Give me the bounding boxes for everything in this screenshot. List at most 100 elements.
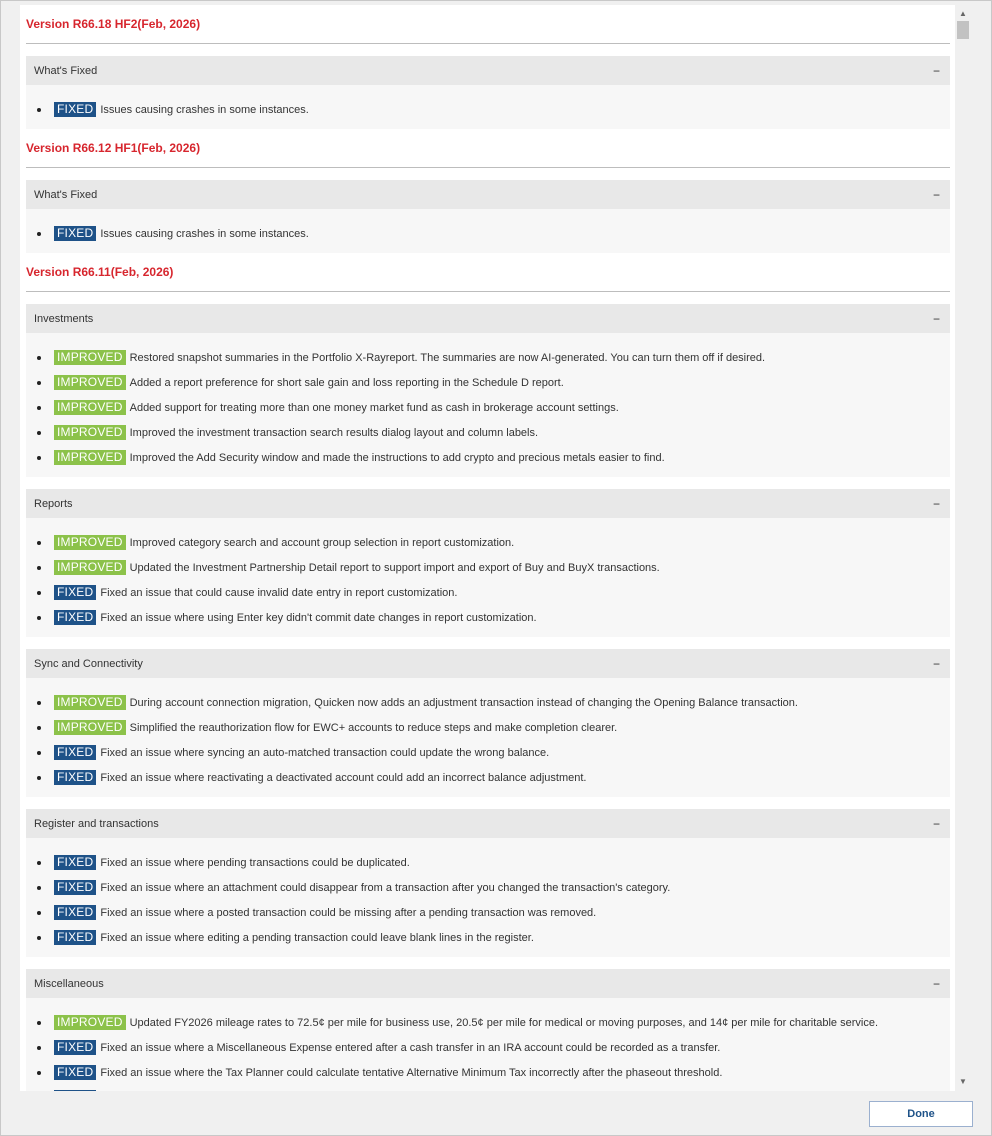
scroll-down-arrow-icon[interactable]: ▼ <box>955 1075 971 1089</box>
bullet-icon <box>37 615 41 620</box>
scroll-thumb[interactable] <box>957 21 969 39</box>
improved-badge: IMPROVED <box>54 535 126 550</box>
item-text: Fixed an issue where syncing an auto-mat… <box>100 746 550 759</box>
item-text: Fixed an issue where reactivating a deac… <box>100 771 587 784</box>
section-header[interactable]: What's Fixed − <box>26 180 950 209</box>
section-header[interactable]: Sync and Connectivity − <box>26 649 950 678</box>
item-text: Fixed an issue where using Enter key did… <box>100 611 537 624</box>
list-item: FIXED Fixed an issue where the Tax Planne… <box>26 1060 950 1085</box>
fixed-badge: FIXED <box>54 1040 97 1055</box>
notes-section: What's Fixed − FIXED Issues causing crashes… <box>26 180 950 253</box>
bullet-icon <box>37 231 41 236</box>
list-item: FIXED Fixed an issue where pending transa… <box>26 850 950 875</box>
fixed-badge: FIXED <box>54 930 97 945</box>
bullet-icon <box>37 775 41 780</box>
item-text: Fixed an issue where a posted transactio… <box>100 906 597 919</box>
fixed-badge: FIXED <box>54 102 97 117</box>
item-text: Fixed an issue that could cause invalid … <box>100 586 458 599</box>
item-text: Added a report preference for short sale… <box>129 376 564 389</box>
bullet-icon <box>37 405 41 410</box>
fixed-badge: FIXED <box>54 905 97 920</box>
list-item: IMPROVED Restored snapshot summaries in t… <box>26 345 950 370</box>
section-header-label: What's Fixed <box>34 188 98 201</box>
list-item: IMPROVED Improved the investment transact… <box>26 420 950 445</box>
section-header[interactable]: Reports − <box>26 489 950 518</box>
scroll-up-arrow-icon[interactable]: ▲ <box>955 7 971 21</box>
bullet-icon <box>37 107 41 112</box>
collapse-icon[interactable]: − <box>933 188 942 202</box>
list-item: FIXED Issues causing crashes in some inst… <box>26 221 950 246</box>
list-item: IMPROVED Updated FY2026 mileage rates to … <box>26 1010 950 1035</box>
fixed-badge: FIXED <box>54 855 97 870</box>
section-header-label: Register and transactions <box>34 817 159 830</box>
bullet-icon <box>37 700 41 705</box>
bullet-icon <box>37 590 41 595</box>
section-header[interactable]: Investments − <box>26 304 950 333</box>
improved-badge: IMPROVED <box>54 560 126 575</box>
section-header-label: Miscellaneous <box>34 977 104 990</box>
improved-badge: IMPROVED <box>54 375 126 390</box>
list-item: FIXEDFixed an issue where One Step Updat… <box>26 1085 950 1091</box>
bullet-icon <box>37 430 41 435</box>
notes-section: Reports − IMPROVED Improved category search… <box>26 489 950 637</box>
list-item: FIXED Fixed an issue where an attachment … <box>26 875 950 900</box>
collapse-icon[interactable]: − <box>933 64 942 78</box>
notes-item-list: FIXED Issues causing crashes in some inst… <box>26 209 950 253</box>
section-header[interactable]: Miscellaneous − <box>26 969 950 998</box>
list-item: IMPROVED Added support for treating more … <box>26 395 950 420</box>
list-item: FIXED Issues causing crashes in some inst… <box>26 97 950 122</box>
fixed-badge: FIXED <box>54 226 97 241</box>
bullet-icon <box>37 540 41 545</box>
release-notes-scroll-area[interactable]: Version R66.18 HF2(Feb, 2026) What's Fixe… <box>20 5 955 1091</box>
list-item: IMPROVED Simplified the reauthorization f… <box>26 715 950 740</box>
collapse-icon[interactable]: − <box>933 657 942 671</box>
bullet-icon <box>37 565 41 570</box>
collapse-icon[interactable]: − <box>933 497 942 511</box>
item-text: Issues causing crashes in some instances… <box>100 103 309 116</box>
improved-badge: IMPROVED <box>54 695 126 710</box>
improved-badge: IMPROVED <box>54 425 126 440</box>
vertical-scrollbar[interactable]: ▲ ▼ <box>955 5 971 1091</box>
item-text: Added support for treating more than one… <box>129 401 619 414</box>
fixed-badge: FIXED <box>54 745 97 760</box>
notes-section: Miscellaneous − IMPROVED Updated FY2026 mil… <box>26 969 950 1091</box>
notes-section: Sync and Connectivity − IMPROVED During acc… <box>26 649 950 797</box>
bullet-icon <box>37 1045 41 1050</box>
fixed-badge: FIXED <box>54 610 97 625</box>
section-header[interactable]: What's Fixed − <box>26 56 950 85</box>
list-item: FIXED Fixed an issue that could cause inv… <box>26 580 950 605</box>
item-text: Fixed an issue where editing a pending t… <box>100 931 534 944</box>
collapse-icon[interactable]: − <box>933 312 942 326</box>
list-item: FIXED Fixed an issue where a posted trans… <box>26 900 950 925</box>
version-title: Version R66.12 HF1(Feb, 2026) <box>26 129 950 168</box>
list-item: IMPROVED Improved the Add Security window… <box>26 445 950 470</box>
improved-badge: IMPROVED <box>54 1015 126 1030</box>
section-header-label: Investments <box>34 312 94 325</box>
notes-section: Register and transactions − FIXED Fixed an … <box>26 809 950 957</box>
list-item: FIXED Fixed an issue where syncing an aut… <box>26 740 950 765</box>
done-button[interactable]: Done <box>869 1101 973 1127</box>
notes-section: Investments − IMPROVED Restored snapshot su… <box>26 304 950 477</box>
bullet-icon <box>37 380 41 385</box>
item-text: Simplified the reauthorization flow for … <box>129 721 618 734</box>
notes-item-list: IMPROVED During account connection migrat… <box>26 678 950 797</box>
notes-item-list: IMPROVED Restored snapshot summaries in t… <box>26 333 950 477</box>
section-header[interactable]: Register and transactions − <box>26 809 950 838</box>
notes-item-list: FIXED Issues causing crashes in some inst… <box>26 85 950 129</box>
bullet-icon <box>37 1070 41 1075</box>
collapse-icon[interactable]: − <box>933 977 942 991</box>
fixed-badge: FIXED <box>54 1065 97 1080</box>
bullet-icon <box>37 935 41 940</box>
item-text: Fixed an issue where pending transaction… <box>100 856 410 869</box>
notes-item-list: FIXED Fixed an issue where pending transa… <box>26 838 950 957</box>
bullet-icon <box>37 355 41 360</box>
section-header-label: What's Fixed <box>34 64 98 77</box>
collapse-icon[interactable]: − <box>933 817 942 831</box>
list-item: FIXED Fixed an issue where a Miscellaneou… <box>26 1035 950 1060</box>
item-text: Fixed an issue where the Tax Planner cou… <box>100 1066 723 1079</box>
